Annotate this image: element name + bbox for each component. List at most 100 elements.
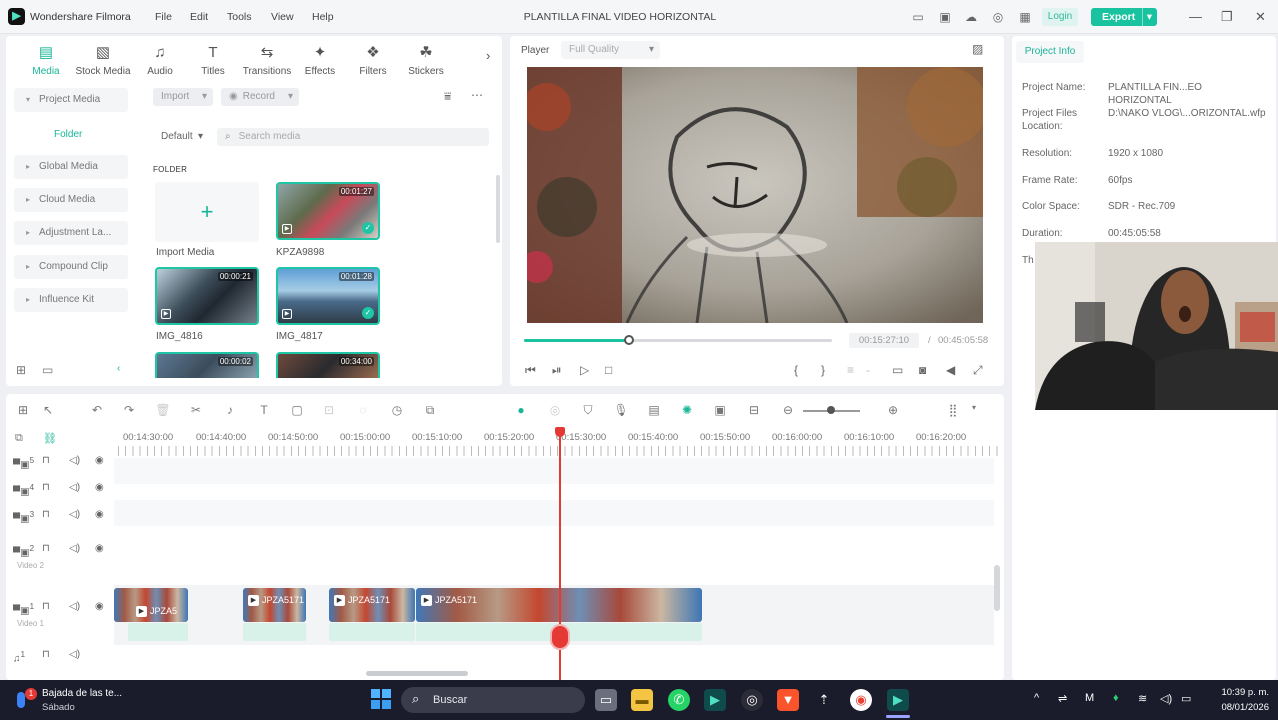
- speed-icon[interactable]: ◷: [389, 403, 405, 417]
- play-icon[interactable]: ▷: [580, 363, 589, 377]
- more-tools-icon[interactable]: ⧉: [422, 403, 438, 418]
- sidebar-item-cloud-media[interactable]: ▸ Cloud Media: [14, 188, 128, 212]
- chevron-right-icon[interactable]: ›: [486, 48, 490, 63]
- speaker-icon[interactable]: ◁): [69, 543, 80, 554]
- filmora-taskbar-icon[interactable]: ▶: [887, 689, 909, 711]
- restore-icon[interactable]: ❐: [1221, 9, 1233, 25]
- undo-icon[interactable]: ↶: [89, 403, 105, 417]
- lock-icon[interactable]: ⊓: [42, 649, 50, 660]
- audio-split-icon[interactable]: ♪: [222, 403, 238, 417]
- grid-icon[interactable]: ⣿: [945, 403, 961, 417]
- tab-audio[interactable]: ♫ Audio: [132, 44, 188, 77]
- app-icon[interactable]: ◎: [741, 689, 763, 711]
- display-icon[interactable]: ▭: [892, 363, 903, 377]
- lock-icon[interactable]: ⊓: [42, 543, 50, 554]
- menu-view[interactable]: View: [271, 11, 294, 23]
- timeline-v-scrollbar[interactable]: [994, 565, 1000, 611]
- speaker-icon[interactable]: ◁): [69, 509, 80, 520]
- wifi-icon[interactable]: ≋: [1138, 692, 1147, 705]
- redo-icon[interactable]: ↷: [121, 403, 137, 417]
- menu-tools[interactable]: Tools: [227, 11, 252, 23]
- media-thumbnail[interactable]: 00:00:02: [155, 352, 259, 378]
- speaker-icon[interactable]: ◁): [69, 649, 80, 660]
- add-track-icon[interactable]: ⧉: [15, 432, 23, 445]
- clock-date[interactable]: 08/01/2026: [1205, 702, 1269, 713]
- media-thumbnail[interactable]: 00:01:28 ▶ ✓: [276, 267, 380, 325]
- audio-clip[interactable]: [128, 623, 188, 641]
- more-icon[interactable]: ⋯: [471, 88, 483, 102]
- sidebar-item-folder[interactable]: Folder: [54, 129, 82, 140]
- export-button[interactable]: Export ▾: [1091, 8, 1157, 26]
- import-media-tile[interactable]: +: [155, 182, 259, 242]
- folder-icon[interactable]: ▭: [42, 363, 53, 377]
- replace-icon[interactable]: ⊟: [746, 403, 762, 417]
- snapshot-icon[interactable]: ▨: [972, 42, 983, 56]
- filter-icon[interactable]: ⩸: [444, 89, 451, 104]
- lock-icon[interactable]: ⊓: [42, 482, 50, 493]
- chevron-down-icon[interactable]: ▾: [1141, 8, 1152, 26]
- layout-icon[interactable]: ⊞: [15, 403, 31, 417]
- render-icon[interactable]: ●: [513, 403, 529, 417]
- volume-icon[interactable]: ◀: [946, 363, 955, 377]
- tab-effects[interactable]: ✦ Effects: [292, 44, 348, 77]
- quality-dropdown[interactable]: Full Quality ▾: [561, 41, 660, 59]
- select-tool-icon[interactable]: ↖: [40, 403, 56, 417]
- collapse-icon[interactable]: ‹: [117, 363, 120, 374]
- chrome-icon[interactable]: ◉: [850, 689, 872, 711]
- lock-icon[interactable]: ⊓: [42, 455, 50, 466]
- mail-icon[interactable]: M: [1085, 692, 1094, 704]
- video-clip[interactable]: ▶ JPZA5171: [329, 588, 415, 622]
- chevron-up-icon[interactable]: ^: [1034, 692, 1039, 704]
- tab-project-info[interactable]: Project Info: [1016, 41, 1084, 63]
- shield-icon[interactable]: ⛉: [580, 403, 596, 418]
- sidebar-item-global-media[interactable]: ▸ Global Media: [14, 155, 128, 179]
- brave-icon[interactable]: ▼: [777, 689, 799, 711]
- subtitle-icon[interactable]: ≡: [847, 363, 854, 377]
- lock-icon[interactable]: ⊓: [42, 601, 50, 612]
- delete-icon[interactable]: 🗑: [155, 403, 171, 417]
- tab-transitions[interactable]: ⇆ Transitions: [239, 44, 295, 77]
- play-reverse-icon[interactable]: ⏯: [552, 363, 562, 378]
- media-scrollbar[interactable]: [496, 175, 500, 243]
- close-icon[interactable]: ✕: [1255, 9, 1266, 25]
- audio-clip[interactable]: [329, 623, 415, 641]
- audio-clip[interactable]: [243, 623, 306, 641]
- microphone-icon[interactable]: ♦: [1113, 692, 1119, 704]
- cloud-icon[interactable]: ☁: [964, 10, 978, 24]
- media-thumbnail[interactable]: 00:01:27 ▶ ✓: [276, 182, 380, 240]
- fullscreen-icon[interactable]: ⤢: [973, 363, 983, 378]
- speaker-icon[interactable]: ◁): [69, 482, 80, 493]
- tab-filters[interactable]: ❖ Filters: [345, 44, 401, 77]
- text-icon[interactable]: T: [256, 403, 272, 417]
- sidebar-item-compound-clip[interactable]: ▸ Compound Clip: [14, 255, 128, 279]
- menu-file[interactable]: File: [155, 11, 172, 23]
- zoom-out-icon[interactable]: ⊖: [780, 403, 796, 417]
- link-icon[interactable]: ⛓: [43, 432, 57, 445]
- battery-icon[interactable]: ▭: [1181, 692, 1191, 705]
- search-media-input[interactable]: ⌕ Search media: [217, 128, 489, 146]
- eye-icon[interactable]: ◉: [95, 601, 104, 612]
- mark-out-icon[interactable]: }: [821, 363, 825, 377]
- volume-icon[interactable]: ◁): [1160, 692, 1172, 705]
- whatsapp-icon[interactable]: ✆: [668, 689, 690, 711]
- sidebar-item-adjustment-layer[interactable]: ▸ Adjustment La...: [14, 221, 128, 245]
- headset-icon[interactable]: ◎: [991, 10, 1005, 24]
- mark-in-icon[interactable]: {: [794, 363, 798, 377]
- stop-icon[interactable]: □: [605, 363, 612, 377]
- tab-stock-media[interactable]: ▧ Stock Media: [75, 44, 131, 77]
- tab-titles[interactable]: T Titles: [185, 44, 241, 77]
- record-dropdown[interactable]: ◉ Record ▾: [221, 88, 299, 106]
- current-time[interactable]: 00:15:27:10: [849, 333, 919, 348]
- apps-icon[interactable]: ▦: [1018, 10, 1032, 24]
- speaker-icon[interactable]: ◁): [69, 601, 80, 612]
- weather-widget-icon[interactable]: 1: [14, 688, 37, 710]
- media-thumbnail[interactable]: 00:00:21 ▶: [155, 267, 259, 325]
- file-explorer-icon[interactable]: ▬: [631, 689, 653, 711]
- split-icon[interactable]: ✂: [188, 403, 204, 417]
- tray-app-icon[interactable]: ⇌: [1058, 692, 1067, 705]
- playback-progress[interactable]: [524, 335, 832, 345]
- eye-icon[interactable]: ◉: [95, 455, 104, 466]
- crop-icon[interactable]: ▢: [289, 403, 305, 417]
- media-thumbnail[interactable]: 00:34:00: [276, 352, 380, 378]
- color-icon[interactable]: ◌: [355, 403, 371, 417]
